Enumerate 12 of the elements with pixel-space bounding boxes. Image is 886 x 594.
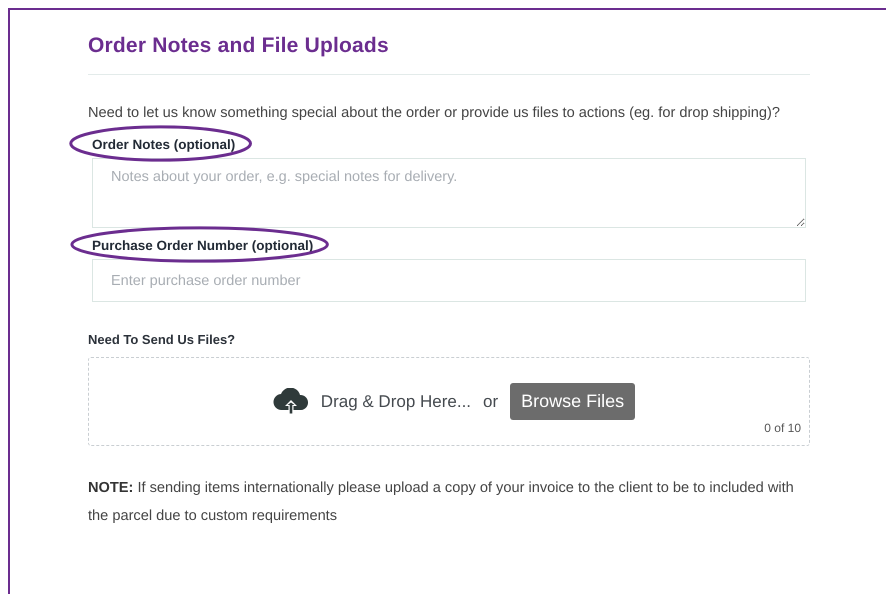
drop-zone[interactable]: Drag & Drop Here... or Browse Files 0 of 10: [88, 357, 810, 446]
note-text: NOTE: If sending items internationally please upload a copy of your invoice to the client to be to included with the parcel due to custom requirements: [88, 479, 795, 526]
or-text: or: [483, 392, 498, 412]
cloud-upload-icon: [272, 388, 309, 416]
intro-text: Need to let us know something special about the order or provide us files to actions (eg. for drop shipping)?: [88, 104, 781, 123]
notes-field[interactable]: Notes about your order, e.g. special notes for delivery.: [92, 158, 806, 228]
file-count: 0 of 10: [764, 421, 801, 435]
upload-label: Need To Send Us Files?: [88, 332, 236, 347]
input-field[interactable]: Enter purchase order number: [92, 259, 806, 302]
browse-files-button[interactable]: Browse Files: [510, 383, 636, 420]
section-title: Order Notes and File Uploads: [88, 34, 810, 75]
drop-text: Drag & Drop Here...: [320, 392, 472, 412]
